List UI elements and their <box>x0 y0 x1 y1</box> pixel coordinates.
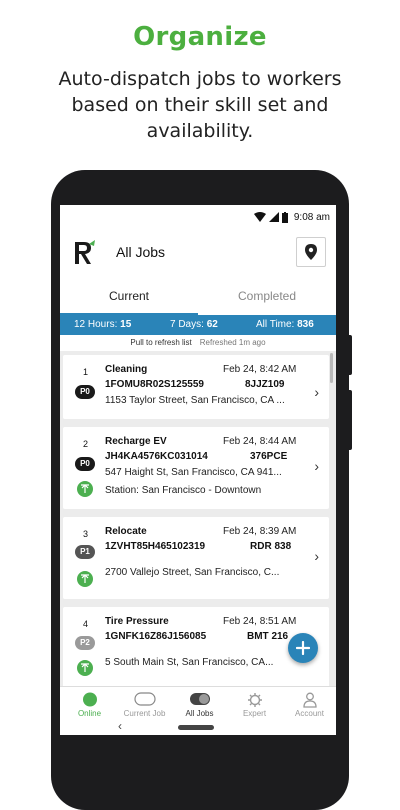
job-title: Cleaning <box>105 364 148 375</box>
job-plate: BMT 216 <box>247 631 289 642</box>
tab-current[interactable]: Current <box>60 277 198 315</box>
job-vin: 1GNFK16Z86J156085 <box>105 631 207 642</box>
page-title: All Jobs <box>116 244 166 260</box>
job-plate: 8JJZ109 <box>245 379 285 390</box>
add-job-button[interactable] <box>288 633 318 663</box>
back-icon[interactable]: ‹ <box>118 719 122 733</box>
job-address: 5 South Main St, San Francisco, CA... <box>105 657 274 668</box>
job-title: Relocate <box>105 526 147 537</box>
stats-bar: 12 Hours: 15 7 Days: 62 All Time: 836 <box>60 315 336 335</box>
nav-expert[interactable]: Expert <box>227 687 282 721</box>
upload-arrow-icon <box>77 660 93 676</box>
plus-icon <box>296 641 310 655</box>
nav-label: Expert <box>242 709 267 718</box>
job-title: Tire Pressure <box>105 616 169 627</box>
tab-completed[interactable]: Completed <box>198 277 336 315</box>
job-number: 4 <box>83 619 89 629</box>
job-number: 1 <box>83 367 89 377</box>
pull-to-refresh-text: Pull to refresh list <box>130 338 192 347</box>
upload-arrow-icon <box>77 571 93 587</box>
current-job-icon <box>133 692 156 706</box>
nav-online[interactable]: Online <box>62 687 117 721</box>
phone-screen: 9:08 am All Jobs Current Completed 12 Ho… <box>60 205 336 735</box>
job-number: 2 <box>83 439 89 449</box>
nav-current-job[interactable]: Current Job <box>117 687 172 721</box>
job-date: Feb 24, 8:51 AM <box>223 616 297 627</box>
all-jobs-toggle-icon <box>189 693 210 705</box>
home-pill-icon[interactable] <box>178 725 214 730</box>
wifi-icon <box>253 212 266 222</box>
system-navigation-bar: ‹ <box>60 719 336 735</box>
job-vin: 1FOMU8R02S125559 <box>105 379 204 390</box>
phone-volume-button <box>347 390 352 450</box>
status-bar: 9:08 am <box>60 205 336 229</box>
nav-label: Current Job <box>123 709 166 718</box>
nav-account[interactable]: Account <box>282 687 336 721</box>
job-address: 1153 Taylor Street, San Francisco, CA ..… <box>105 395 285 406</box>
priority-badge: P1 <box>75 545 95 559</box>
job-station: Station: San Francisco - Downtown <box>105 485 262 496</box>
job-address: 2700 Vallejo Street, San Francisco, C... <box>105 567 280 578</box>
scrollbar[interactable] <box>330 353 333 383</box>
nav-label: All Jobs <box>185 709 214 718</box>
promo-headline: Organize <box>133 22 267 52</box>
job-title: Recharge EV <box>105 436 167 447</box>
job-date: Feb 24, 8:44 AM <box>223 436 297 447</box>
map-pin-icon <box>305 244 317 260</box>
promo-subline: Auto-dispatch jobs to workers based on t… <box>58 68 342 142</box>
job-number: 3 <box>83 529 89 539</box>
upload-arrow-icon <box>77 481 93 497</box>
stat-all-time: All Time: 836 <box>256 319 314 330</box>
job-vin: JH4KA4576KC031014 <box>105 451 208 462</box>
map-button[interactable] <box>296 237 326 267</box>
priority-badge: P0 <box>75 457 95 471</box>
person-icon <box>302 692 317 708</box>
priority-badge: P0 <box>75 385 95 399</box>
app-bar: All Jobs <box>60 229 336 277</box>
job-card[interactable]: 2 P0 Recharge EV Feb 24, 8:44 AM JH4KA45… <box>63 427 329 509</box>
job-plate: RDR 838 <box>250 541 292 552</box>
job-vin: 1ZVHT85H465102319 <box>105 541 206 552</box>
stat-12-hours: 12 Hours: 15 <box>74 319 132 330</box>
online-dot-icon <box>82 692 97 707</box>
stat-7-days: 7 Days: 62 <box>170 319 218 330</box>
gear-icon <box>247 693 262 707</box>
job-date: Feb 24, 8:42 AM <box>223 364 297 375</box>
nav-label: Online <box>77 709 102 718</box>
job-date: Feb 24, 8:39 AM <box>223 526 297 537</box>
battery-icon <box>281 211 288 223</box>
priority-badge: P2 <box>75 636 95 650</box>
app-logo-icon <box>75 240 95 264</box>
chevron-right-icon: › <box>314 548 319 564</box>
refreshed-time-text: Refreshed 1m ago <box>199 338 266 347</box>
chevron-right-icon: › <box>314 458 319 474</box>
signal-icon <box>268 212 279 222</box>
job-plate: 376PCE <box>250 451 288 462</box>
bottom-navigation: Online Current Job All Jobs Expert Accou… <box>60 686 336 721</box>
nav-label: Account <box>295 709 324 718</box>
status-time: 9:08 am <box>293 211 330 223</box>
job-card[interactable]: 3 P1 Relocate Feb 24, 8:39 AM 1ZVHT85H46… <box>63 517 329 599</box>
job-tabs: Current Completed <box>60 277 336 315</box>
job-card[interactable]: 1 P0 Cleaning Feb 24, 8:42 AM 1FOMU8R02S… <box>63 355 329 419</box>
nav-all-jobs[interactable]: All Jobs <box>172 687 227 721</box>
phone-side-button <box>347 335 352 375</box>
chevron-right-icon: › <box>314 384 319 400</box>
refresh-hint: Pull to refresh list Refreshed 1m ago <box>60 335 336 351</box>
job-address: 547 Haight St, San Francisco, CA 941... <box>105 467 282 478</box>
